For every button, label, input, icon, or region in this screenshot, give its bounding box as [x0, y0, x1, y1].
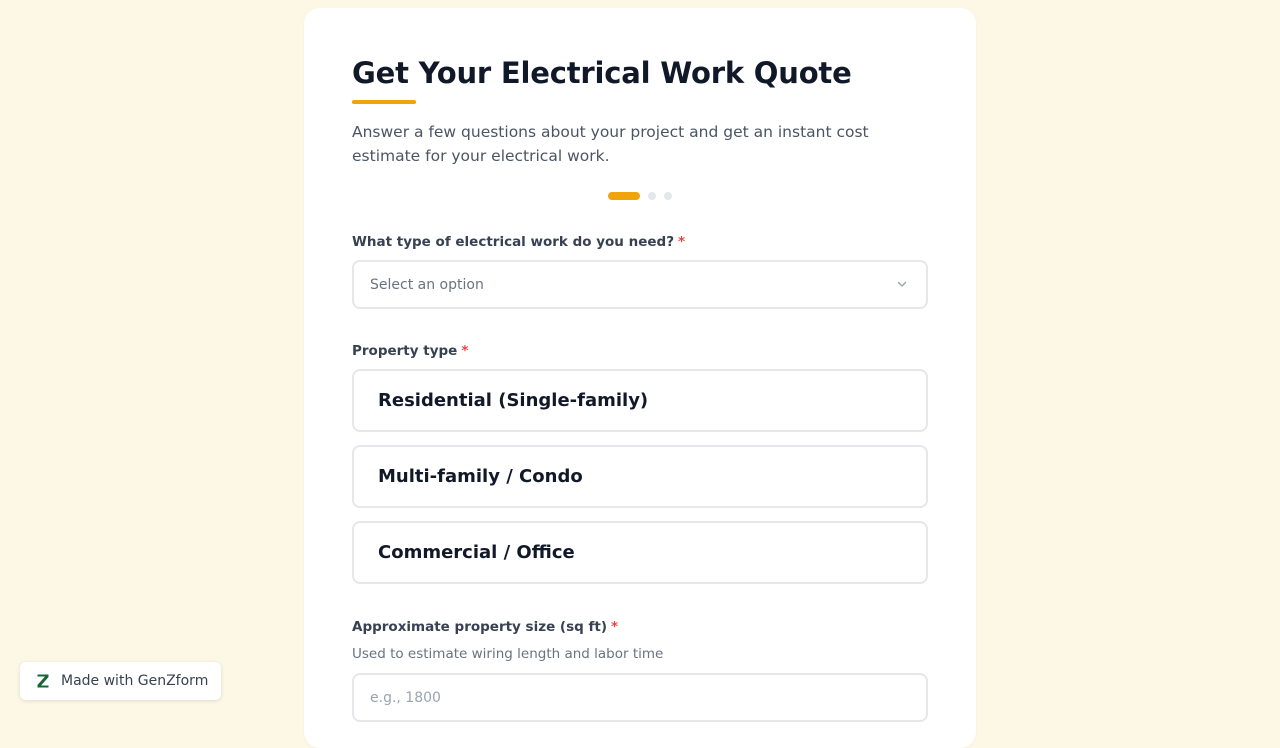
form-description: Answer a few questions about your projec…: [352, 123, 869, 165]
property-size-help: Used to estimate wiring length and labor…: [352, 646, 664, 662]
property-option-commercial[interactable]: Commercial / Office: [352, 521, 928, 584]
work-type-label-text: What type of electrical work do you need…: [352, 234, 675, 250]
required-mark: *: [461, 343, 469, 359]
work-type-select[interactable]: Select an option: [352, 260, 928, 309]
required-mark: *: [678, 234, 686, 250]
badge-text: Made with GenZform: [61, 673, 209, 689]
work-type-placeholder: Select an option: [370, 276, 484, 293]
made-with-genzform-badge[interactable]: Made with GenZform: [20, 662, 221, 700]
title-underline: [352, 100, 416, 104]
page-title: Get Your Electrical Work Quote: [352, 56, 852, 90]
form-card: Get Your Electrical Work Quote Answer a …: [304, 8, 976, 748]
progress-step-1: [608, 192, 640, 200]
genzform-logo-icon: [37, 674, 49, 688]
chevron-down-icon: [897, 281, 907, 287]
step-progress: [608, 192, 672, 200]
progress-step-3: [664, 192, 672, 200]
property-size-label: Approximate property size (sq ft) *: [352, 619, 618, 635]
required-mark: *: [611, 619, 619, 635]
property-type-label: Property type *: [352, 343, 468, 359]
work-type-label: What type of electrical work do you need…: [352, 234, 685, 250]
property-option-residential[interactable]: Residential (Single-family): [352, 369, 928, 432]
property-option-multifamily[interactable]: Multi-family / Condo: [352, 445, 928, 508]
property-size-input[interactable]: [352, 673, 928, 722]
property-size-label-text: Approximate property size (sq ft): [352, 619, 607, 635]
property-type-label-text: Property type: [352, 343, 458, 359]
progress-step-2: [648, 192, 656, 200]
